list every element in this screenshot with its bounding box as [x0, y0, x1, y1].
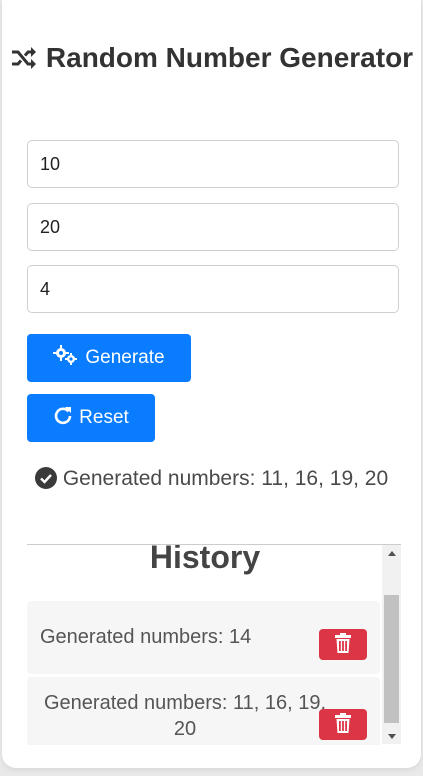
history-title: History	[149, 544, 261, 575]
generate-button[interactable]: Generate	[27, 334, 191, 382]
delete-history-button[interactable]	[319, 629, 367, 660]
shuffle-icon	[10, 43, 38, 78]
min-input[interactable]	[27, 140, 399, 188]
scroll-down-arrow-icon[interactable]	[382, 727, 401, 744]
gears-icon	[53, 345, 85, 371]
max-input[interactable]	[27, 203, 399, 251]
title-text: Random Number Generator	[45, 42, 414, 73]
delete-history-button[interactable]	[319, 709, 367, 740]
generate-label: Generate	[85, 347, 165, 368]
reset-button[interactable]: Reset	[27, 394, 155, 442]
redo-icon	[53, 405, 79, 431]
count-input[interactable]	[27, 265, 399, 313]
history-item: Generated numbers: 11, 16, 19, 20	[27, 677, 380, 745]
reset-label: Reset	[79, 407, 129, 428]
trash-icon	[335, 633, 351, 656]
trash-icon	[335, 713, 351, 736]
history-scrollbar[interactable]	[382, 545, 401, 744]
history-item: Generated numbers: 14	[27, 601, 380, 674]
history-item-text: Generated numbers: 14	[40, 626, 252, 648]
history-panel: History Generated numbers: 14 Generated …	[27, 544, 401, 745]
check-circle-icon	[34, 467, 57, 496]
scroll-up-arrow-icon[interactable]	[382, 545, 401, 562]
history-item-text: Generated numbers: 11, 16, 19, 20	[43, 692, 327, 740]
result-text: Generated numbers: 11, 16, 19, 20	[62, 467, 389, 490]
result-message: Generated numbers: 11, 16, 19, 20	[0, 466, 423, 496]
scroll-thumb[interactable]	[384, 595, 399, 723]
page-title: Random Number Generator	[0, 40, 423, 78]
